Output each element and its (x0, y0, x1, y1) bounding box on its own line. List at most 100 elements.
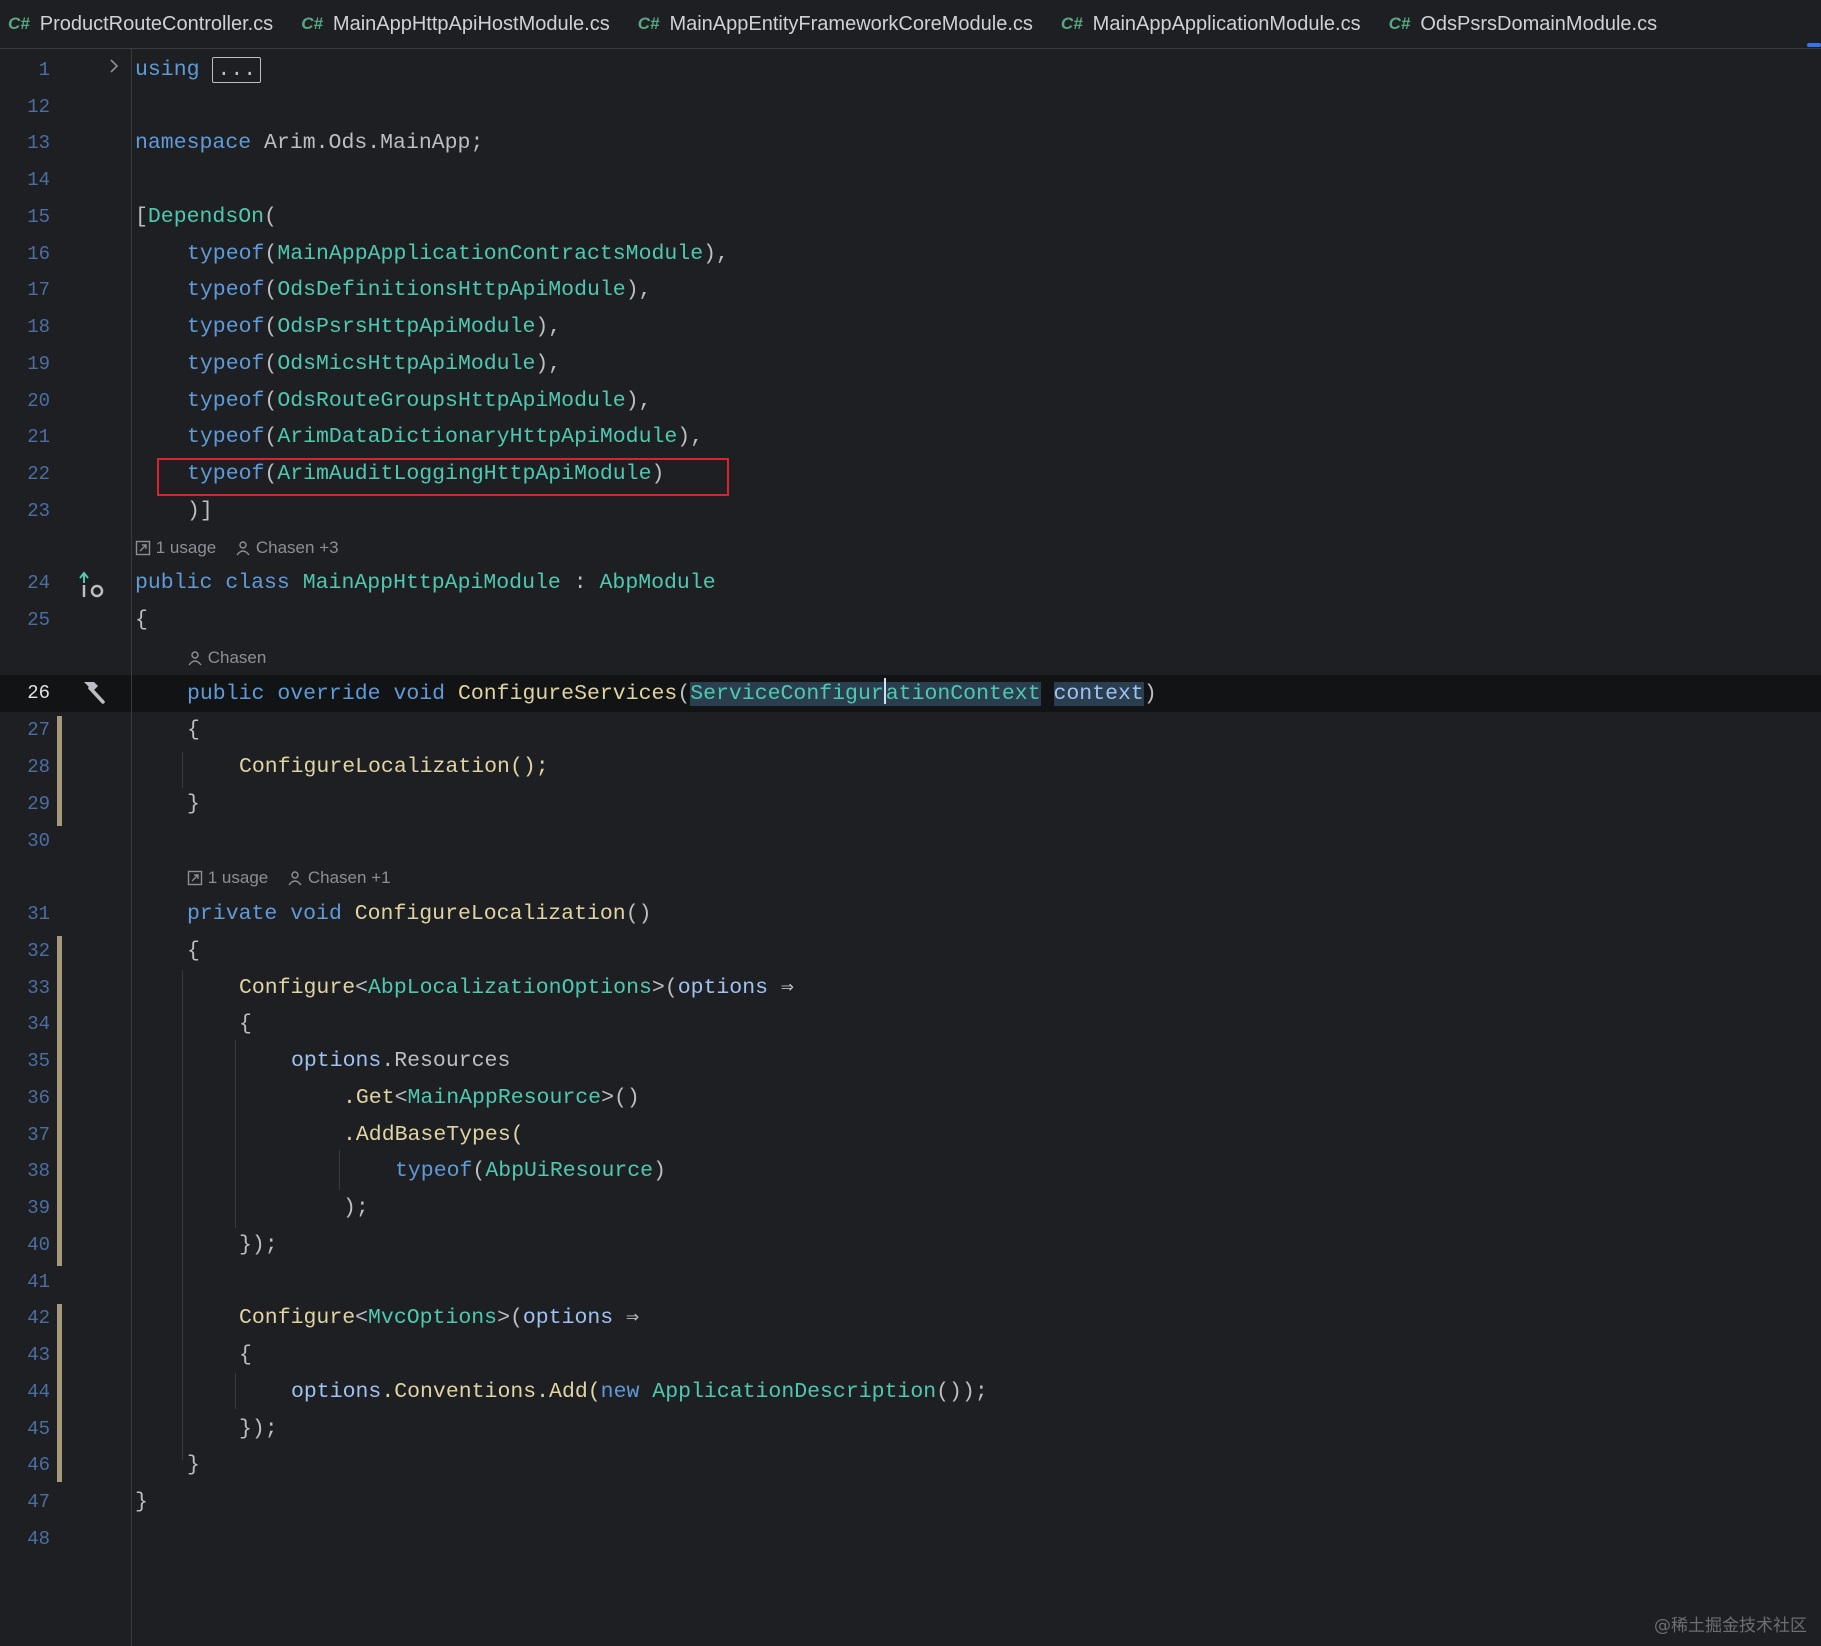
line-number[interactable]: 12 (0, 92, 50, 122)
code-line-46[interactable]: } (187, 1450, 200, 1480)
vcs-change-marker[interactable] (57, 1304, 62, 1482)
code-line-38[interactable]: typeof(AbpUiResource) (395, 1156, 666, 1186)
code-line-33[interactable]: Configure<AbpLocalizationOptions>(option… (239, 973, 794, 1003)
line-number[interactable]: 24 (0, 568, 50, 598)
line-number[interactable]: 16 (0, 239, 50, 269)
code-line-28[interactable]: ConfigureLocalization(); (239, 752, 549, 782)
line-number[interactable]: 46 (0, 1450, 50, 1480)
code-line-29[interactable]: } (187, 789, 200, 819)
code-line-36[interactable]: .Get<MainAppResource>() (343, 1083, 640, 1113)
code-line-31[interactable]: private void ConfigureLocalization() (187, 899, 652, 929)
usage-hint-configure-localization[interactable]: 1 usage Chasen +1 (187, 866, 391, 890)
line-number[interactable]: 41 (0, 1267, 50, 1297)
line-number[interactable]: 20 (0, 386, 50, 416)
line-number[interactable]: 18 (0, 312, 50, 342)
token: { (187, 939, 200, 963)
line-number[interactable]: 22 (0, 459, 50, 489)
tab-main-app-application-module[interactable]: C# MainAppApplicationModule.cs (1053, 0, 1381, 48)
line-number[interactable]: 19 (0, 349, 50, 379)
line-number[interactable]: 1 (0, 55, 50, 85)
line-number[interactable]: 32 (0, 936, 50, 966)
code-line-32[interactable]: { (187, 936, 200, 966)
line-number[interactable]: 27 (0, 715, 50, 745)
line-number[interactable]: 33 (0, 973, 50, 1003)
authors: Chasen +1 (307, 868, 391, 887)
line-number[interactable]: 15 (0, 202, 50, 232)
code-line-37[interactable]: .AddBaseTypes( (343, 1120, 524, 1150)
code-line-35[interactable]: options.Resources (291, 1046, 510, 1076)
code-line-13[interactable]: namespace Arim.Ods.MainApp; (135, 128, 483, 158)
token: }); (239, 1233, 278, 1257)
line-number[interactable]: 39 (0, 1193, 50, 1223)
line-number[interactable]: 48 (0, 1524, 50, 1554)
token: )] (187, 499, 213, 523)
token: Configure (239, 1306, 356, 1330)
code-line-24[interactable]: public class MainAppHttpApiModule : AbpM… (135, 568, 716, 598)
code-line-25[interactable]: { (135, 605, 148, 635)
implemented-by-icon[interactable] (78, 570, 108, 605)
code-line-23[interactable]: )] (187, 496, 213, 526)
line-number[interactable]: 42 (0, 1303, 50, 1333)
line-number[interactable]: 13 (0, 128, 50, 158)
line-number[interactable]: 38 (0, 1156, 50, 1186)
code-line-42[interactable]: Configure<MvcOptions>(options ⇒ (239, 1303, 639, 1333)
code-line-17[interactable]: typeof(OdsDefinitionsHttpApiModule), (187, 275, 652, 305)
code-line-40[interactable]: }); (239, 1230, 278, 1260)
tab-ods-psrs-domain-module[interactable]: C# OdsPsrsDomainModule.cs (1381, 0, 1677, 48)
token: typeof (187, 352, 265, 376)
line-number-current[interactable]: 26 (0, 678, 50, 708)
code-line-1[interactable]: using ... (135, 55, 262, 85)
csharp-file-icon: C# (8, 14, 30, 33)
code-line-16[interactable]: typeof(MainAppApplicationContractsModule… (187, 239, 729, 269)
hammer-override-icon[interactable] (78, 678, 106, 711)
line-number[interactable]: 17 (0, 275, 50, 305)
line-number[interactable]: 47 (0, 1487, 50, 1517)
token: MainAppApplicationContractsModule (277, 242, 704, 266)
code-line-26[interactable]: public override void ConfigureServices(S… (187, 678, 1157, 709)
line-number[interactable]: 31 (0, 899, 50, 929)
tab-main-app-ef-core-module[interactable]: C# MainAppEntityFrameworkCoreModule.cs (630, 0, 1053, 48)
line-number[interactable]: 30 (0, 826, 50, 856)
fold-chevron-right-icon[interactable] (108, 58, 120, 81)
code-line-15[interactable]: [DependsOn( (135, 202, 277, 232)
code-line-21[interactable]: typeof(ArimDataDictionaryHttpApiModule), (187, 422, 703, 452)
line-number[interactable]: 44 (0, 1377, 50, 1407)
token: public (187, 682, 265, 706)
usage-count: 1 usage (155, 538, 217, 557)
vcs-change-marker[interactable] (57, 716, 62, 826)
code-line-27[interactable]: { (187, 715, 200, 745)
usage-hint-class[interactable]: 1 usage Chasen +3 (135, 536, 339, 560)
tab-label: MainAppHttpApiHostModule.cs (332, 12, 610, 35)
line-number[interactable]: 45 (0, 1414, 50, 1444)
code-line-45[interactable]: }); (239, 1414, 278, 1444)
line-number[interactable]: 40 (0, 1230, 50, 1260)
code-line-19[interactable]: typeof(OdsMicsHttpApiModule), (187, 349, 561, 379)
code-line-18[interactable]: typeof(OdsPsrsHttpApiModule), (187, 312, 561, 342)
line-number[interactable]: 37 (0, 1120, 50, 1150)
author-hint-configure-services[interactable]: Chasen (187, 646, 266, 670)
code-line-39[interactable]: ); (343, 1193, 369, 1223)
line-number[interactable]: 36 (0, 1083, 50, 1113)
code-line-20[interactable]: typeof(OdsRouteGroupsHttpApiModule), (187, 386, 652, 416)
line-number[interactable]: 34 (0, 1009, 50, 1039)
code-line-47[interactable]: } (135, 1487, 148, 1517)
tab-label: OdsPsrsDomainModule.cs (1420, 12, 1658, 35)
csharp-file-icon: C# (1388, 14, 1411, 33)
code-line-43[interactable]: { (239, 1340, 252, 1370)
line-number[interactable]: 21 (0, 422, 50, 452)
folded-region[interactable]: ... (212, 57, 262, 83)
line-number[interactable]: 14 (0, 165, 50, 195)
line-number[interactable]: 28 (0, 752, 50, 782)
line-number[interactable]: 25 (0, 605, 50, 635)
code-line-44[interactable]: options.Conventions.Add(new ApplicationD… (291, 1377, 988, 1407)
tab-product-route-controller[interactable]: C# ProductRouteController.cs (0, 0, 293, 48)
vcs-change-marker[interactable] (57, 936, 62, 1266)
line-number[interactable]: 29 (0, 789, 50, 819)
token: OdsMicsHttpApiModule (277, 352, 536, 376)
line-number[interactable]: 23 (0, 496, 50, 526)
token: OdsPsrsHttpApiModule (277, 315, 536, 339)
line-number[interactable]: 35 (0, 1046, 50, 1076)
tab-main-app-http-api-host-module[interactable]: C# MainAppHttpApiHostModule.cs (293, 0, 630, 48)
line-number[interactable]: 43 (0, 1340, 50, 1370)
code-line-34[interactable]: { (239, 1009, 252, 1039)
